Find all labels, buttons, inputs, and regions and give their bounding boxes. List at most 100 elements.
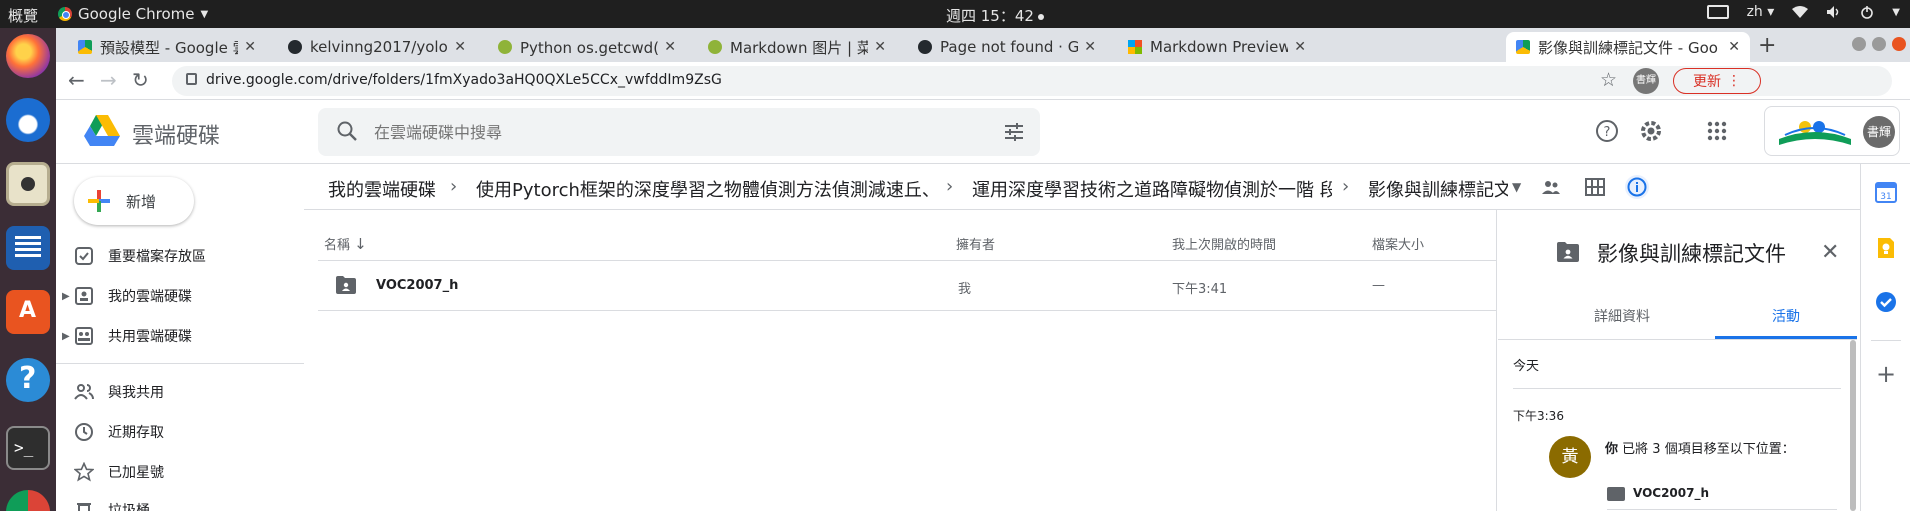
calendar-icon[interactable]: 31 [1874, 180, 1898, 204]
window-close-icon[interactable] [1892, 37, 1906, 51]
tasks-icon[interactable] [1874, 290, 1898, 314]
tab-0[interactable]: 預設模型 - Google 雲端硬 ✕ [68, 32, 266, 62]
shared-with-me-icon [74, 384, 94, 400]
nav-item-trash[interactable]: 垃圾桶 [56, 494, 304, 511]
apps-grid-icon[interactable] [1704, 118, 1730, 144]
input-language[interactable]: zh ▾ [1747, 4, 1775, 20]
nav-item-shared-drives[interactable]: ▶ 共用雲端硬碟 [56, 320, 304, 352]
tab-5[interactable]: Markdown Preview Githu ✕ [1118, 32, 1316, 62]
svg-text:31: 31 [1880, 192, 1891, 202]
column-header-name[interactable]: 名稱 ↓ [324, 234, 367, 253]
new-button[interactable]: 新增 [74, 177, 194, 225]
breadcrumb-item[interactable]: 運用深度學習技術之道路障礙物偵測於一階 段方法之... [972, 176, 1332, 202]
trash-icon [77, 503, 91, 511]
tab-close-icon[interactable]: ✕ [664, 39, 676, 55]
software-center-icon[interactable] [6, 290, 50, 334]
header-divider [318, 260, 1506, 261]
chrome-dock-icon[interactable] [6, 490, 50, 511]
tab-close-icon[interactable]: ✕ [1728, 39, 1740, 55]
keep-icon[interactable] [1874, 236, 1898, 260]
details-scrollbar[interactable] [1850, 340, 1856, 511]
arrow-down-icon: ↓ [354, 235, 367, 253]
account-switcher[interactable]: 書輝 [1764, 106, 1900, 156]
details-panel: 影像與訓練標記文件 ✕ 詳細資料 活動 今天 下午3:36 黃 你 已將 3 個… [1496, 210, 1857, 511]
app-menu[interactable]: Google Chrome ▼ [58, 5, 208, 23]
writer-icon[interactable] [6, 226, 50, 270]
folder-menu-arrow-icon[interactable]: ▼ [1512, 180, 1521, 194]
thunderbird-icon[interactable] [6, 98, 50, 142]
wifi-icon [1792, 6, 1809, 18]
nav-item-shared-with-me[interactable]: 與我共用 [56, 376, 304, 408]
nav-item-starred[interactable]: 已加星號 [56, 456, 304, 488]
drive-logo-icon[interactable] [84, 114, 120, 146]
file-name[interactable]: VOC2007_h [376, 278, 458, 293]
profile-avatar[interactable]: 書輝 [1633, 68, 1659, 94]
tab-title: Page not found · GitHub [940, 38, 1079, 56]
update-button[interactable]: 更新 ⋮ [1673, 68, 1761, 94]
search-input[interactable] [374, 120, 934, 144]
plus-icon [88, 190, 110, 212]
tab-3[interactable]: Markdown 图片 | 菜鸟教程 ✕ [698, 32, 896, 62]
forward-icon[interactable]: → [100, 68, 117, 92]
search-options-icon[interactable] [1002, 120, 1026, 144]
tab-close-icon[interactable]: ✕ [1294, 39, 1306, 55]
tab-close-icon[interactable]: ✕ [1084, 39, 1096, 55]
tab-6-active[interactable]: 影像與訓練標記文件 - Goo ✕ [1506, 32, 1750, 62]
account-avatar[interactable]: 書輝 [1863, 116, 1895, 148]
tab-details[interactable]: 詳細資料 [1537, 306, 1707, 326]
power-icon [1861, 6, 1874, 19]
drive-favicon-icon [1516, 40, 1530, 54]
tab-activity[interactable]: 活動 [1701, 306, 1871, 326]
search-box[interactable] [318, 108, 1040, 156]
nav-item-label: 垃圾桶 [108, 503, 150, 511]
bookmark-star-icon[interactable]: ☆ [1600, 69, 1617, 91]
star-icon [74, 462, 94, 482]
terminal-icon[interactable] [6, 426, 50, 470]
grid-view-icon[interactable] [1584, 176, 1606, 198]
help-icon[interactable] [6, 358, 50, 402]
breadcrumb-item[interactable]: 我的雲端硬碟 [328, 176, 436, 202]
tab-4[interactable]: Page not found · GitHub ✕ [908, 32, 1106, 62]
settings-gear-icon[interactable] [1638, 118, 1664, 144]
table-row[interactable]: VOC2007_h 我 下午3:41 — [318, 262, 1506, 310]
add-addon-icon[interactable]: + [1874, 362, 1898, 386]
tab-2[interactable]: Python os.getcwd() 方法 | ✕ [488, 32, 686, 62]
share-people-icon[interactable] [1540, 176, 1562, 198]
url-text[interactable]: drive.google.com/drive/folders/1fmXyado3… [206, 72, 722, 88]
nav-item-recent[interactable]: 近期存取 [56, 416, 304, 448]
clock[interactable]: 週四 15：42 [946, 5, 1044, 26]
help-circle-icon[interactable]: ? [1594, 118, 1620, 144]
tab-1[interactable]: kelvinng2017/yolov3-spe ✕ [278, 32, 476, 62]
tab-strip: 預設模型 - Google 雲端硬 ✕ kelvinng2017/yolov3-… [56, 28, 1910, 62]
new-tab-icon[interactable]: + [1758, 33, 1776, 58]
close-icon[interactable]: ✕ [1821, 240, 1839, 265]
shared-folder-icon [336, 276, 356, 294]
rhythmbox-icon[interactable] [6, 162, 50, 206]
activity-target-name: VOC2007_h [1633, 486, 1710, 500]
activity-target-item[interactable]: VOC2007_h [1607, 482, 1837, 510]
details-title: 影像與訓練標記文件 [1597, 242, 1786, 266]
minimize-icon[interactable] [1852, 37, 1866, 51]
breadcrumb-current[interactable]: 影像與訓練標記文... [1368, 176, 1508, 202]
nav-item-my-drive[interactable]: ▶ 我的雲端硬碟 [56, 280, 304, 312]
expand-arrow-icon[interactable]: ▶ [62, 331, 70, 342]
back-icon[interactable]: ← [68, 68, 85, 92]
chevron-right-icon: › [450, 176, 458, 197]
tabs-divider [1498, 339, 1857, 340]
breadcrumb-item[interactable]: 使用Pytorch框架的深度學習之物體偵測方法偵測減速丘、減速標線... [476, 176, 936, 202]
info-icon[interactable] [1624, 174, 1650, 200]
search-icon[interactable] [336, 120, 358, 142]
tab-close-icon[interactable]: ✕ [454, 39, 466, 55]
tab-close-icon[interactable]: ✕ [244, 39, 256, 55]
column-label: 名稱 [324, 238, 351, 253]
column-header-last-opened[interactable]: 我上次開啟的時間 [1172, 234, 1276, 253]
expand-arrow-icon[interactable]: ▶ [62, 291, 70, 302]
launcher-dock [0, 28, 56, 511]
nav-item-priority[interactable]: 重要檔案存放區 [56, 240, 304, 272]
tab-close-icon[interactable]: ✕ [874, 39, 886, 55]
system-tray[interactable]: zh ▾ ▼ [1706, 4, 1900, 20]
reload-icon[interactable]: ↻ [132, 68, 149, 92]
maximize-icon[interactable] [1872, 37, 1886, 51]
firefox-icon[interactable] [6, 34, 50, 78]
activities-button[interactable]: 概覽 [8, 5, 38, 26]
